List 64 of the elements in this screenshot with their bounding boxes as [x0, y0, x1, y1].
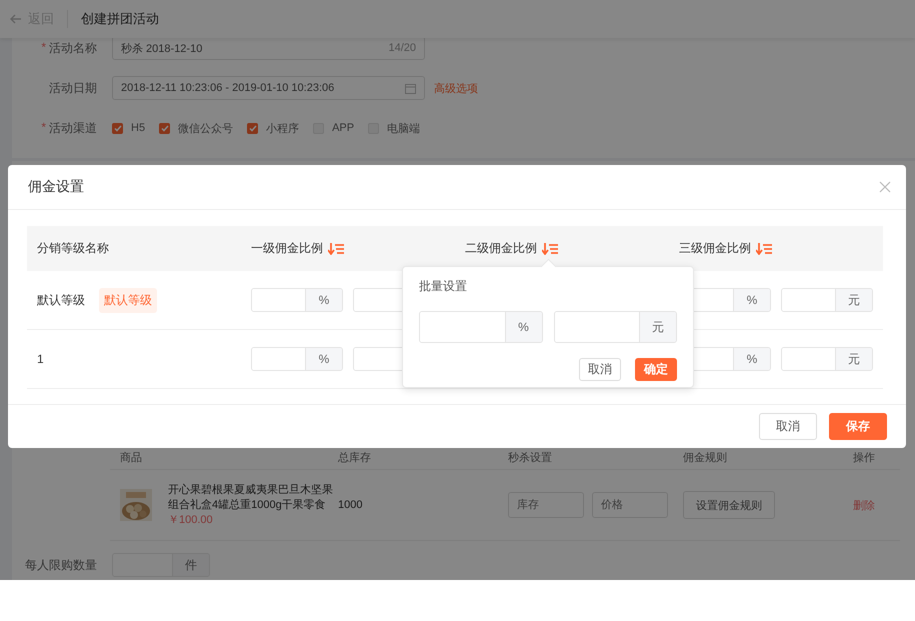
unit-label: %: [733, 289, 770, 311]
column-header: 二级佣金比例: [465, 240, 537, 257]
column-header: 秒杀设置: [508, 450, 553, 464]
field-label: 活动名称: [49, 40, 97, 56]
popover-button[interactable]: 取消: [579, 358, 621, 381]
percent-input-field[interactable]: %: [251, 347, 343, 371]
required-mark: *: [41, 120, 46, 136]
calendar-icon: [405, 82, 416, 94]
commission-rule-button[interactable]: 设置佣金规则: [683, 491, 775, 519]
field-label: 活动日期: [49, 80, 97, 96]
unit-label: %: [305, 348, 342, 370]
dialog-title: 佣金设置: [28, 178, 84, 196]
checkbox[interactable]: [112, 122, 123, 134]
product-name: 开心果碧根果夏威夷果巴旦木坚果组合礼盒4罐总重1000g干果零食: [168, 482, 333, 512]
field-value: 秒杀 2018-12-10: [121, 42, 202, 56]
unit-label: 元: [835, 348, 872, 370]
dialog-button[interactable]: 取消: [759, 413, 817, 440]
checkbox-label: 电脑端: [387, 122, 420, 136]
sort-icon[interactable]: [756, 242, 772, 254]
percent-input-field[interactable]: %: [419, 311, 542, 343]
back-arrow-icon[interactable]: [10, 14, 22, 24]
column-header: 一级佣金比例: [251, 240, 323, 257]
popover-button[interactable]: 确定: [635, 358, 677, 381]
price-input[interactable]: 价格: [592, 492, 668, 518]
dialog-button[interactable]: 保存: [829, 413, 887, 440]
percent-input-field[interactable]: %: [251, 288, 343, 312]
unit-label: %: [504, 312, 542, 342]
sort-icon[interactable]: [542, 242, 558, 254]
checkbox[interactable]: [247, 122, 258, 134]
checkbox-label: H5: [131, 122, 146, 134]
checkbox[interactable]: [159, 122, 170, 134]
level-name: 默认等级: [37, 292, 85, 308]
popover-title: 批量设置: [419, 278, 468, 295]
page-title: 创建拼团活动: [81, 10, 159, 28]
field-value: 2018-12-11 10:23:06 - 2019-01-10 10:23:06: [121, 82, 334, 94]
column-header: 分销等级名称: [37, 240, 109, 257]
product-price: ￥100.00: [168, 512, 214, 528]
column-header: 三级佣金比例: [679, 240, 751, 257]
amount-input-field[interactable]: 元: [781, 288, 873, 312]
column-header: 总库存: [338, 450, 372, 464]
stock-input[interactable]: 库存: [508, 492, 584, 518]
required-mark: *: [41, 40, 46, 56]
field-label: 活动渠道: [49, 120, 97, 136]
unit-label: 元: [639, 312, 676, 342]
sort-icon[interactable]: [328, 242, 344, 254]
column-header: 操作: [853, 450, 876, 464]
amount-input-field[interactable]: 元: [781, 347, 873, 371]
checkbox-label: 微信公众号: [178, 122, 234, 136]
date-range-field[interactable]: 2018-12-11 10:23:06 - 2019-01-10 10:23:06: [112, 76, 425, 100]
field-label: 每人限购数量: [25, 556, 97, 574]
level-name: 1: [37, 352, 44, 366]
limit-input-field[interactable]: 件: [112, 553, 210, 577]
checkbox-label: 小程序: [266, 122, 300, 136]
amount-input-field[interactable]: 元: [554, 311, 677, 343]
unit-label: %: [305, 289, 342, 311]
unit-label: 件: [172, 554, 209, 576]
checkbox-label: APP: [332, 122, 354, 134]
unit-label: %: [733, 348, 770, 370]
default-tag: 默认等级: [99, 288, 157, 312]
column-header: 商品: [120, 450, 143, 464]
stock-total: 1000: [338, 499, 364, 511]
close-icon[interactable]: [879, 181, 891, 193]
unit-label: 元: [835, 289, 872, 311]
column-header: 佣金规则: [683, 450, 728, 464]
